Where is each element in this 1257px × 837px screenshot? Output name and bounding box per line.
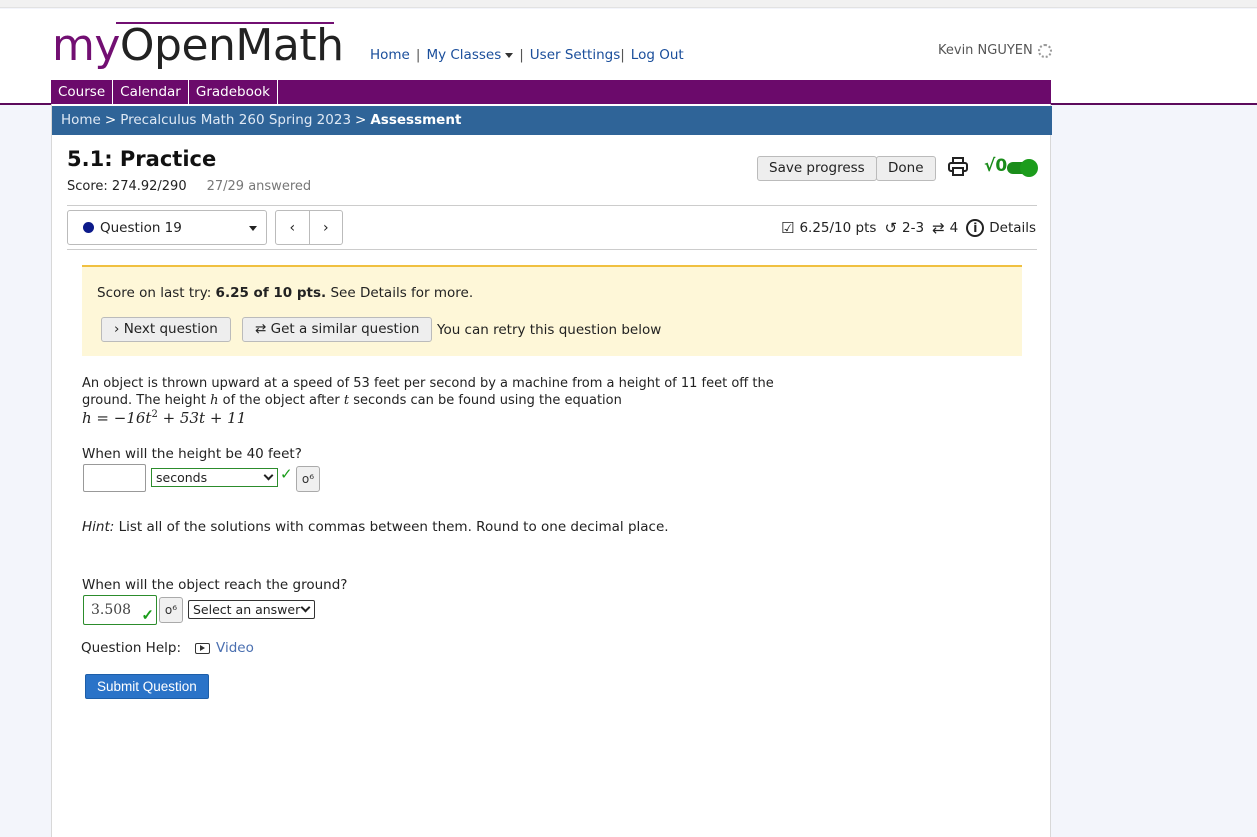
part2-answer-value: 3.508 xyxy=(91,602,132,618)
alert-suffix: See Details for more. xyxy=(330,285,474,301)
video-icon xyxy=(195,642,210,654)
question-nav-buttons: ‹ › xyxy=(275,210,343,245)
gear-icon[interactable] xyxy=(1037,43,1052,58)
retry-icon: ↺ xyxy=(884,219,898,237)
checkbox-icon: ☑ xyxy=(781,219,795,237)
main-nav: Course Calendar Gradebook xyxy=(51,80,1051,104)
dropdown-arrow-icon xyxy=(249,226,257,231)
attempts-remaining: 2-3 xyxy=(902,220,925,236)
details-link[interactable]: Details xyxy=(989,220,1036,236)
logo-my: my xyxy=(52,20,120,71)
user-name: Kevin NGUYEN xyxy=(938,43,1033,58)
similar-question-button[interactable]: ⇄ Get a similar question xyxy=(242,317,433,342)
part2-units-select[interactable]: Select an answer xyxy=(188,600,315,619)
breadcrumb-separator: > xyxy=(355,112,367,128)
prev-question-button[interactable]: ‹ xyxy=(276,211,310,244)
key-icon[interactable]: o⁶ xyxy=(296,466,320,492)
versions-icon: ⇄ xyxy=(932,219,945,237)
question-help: Question Help: Video xyxy=(81,640,254,656)
assessment-score: Score: 274.92/290 xyxy=(67,179,187,194)
next-question-button[interactable]: › Next question xyxy=(101,317,231,342)
nav-separator: | xyxy=(519,47,524,63)
main-nav-gradebook[interactable]: Gradebook xyxy=(189,80,278,104)
breadcrumb-course[interactable]: Precalculus Math 260 Spring 2023 xyxy=(120,112,351,128)
browser-top-strip xyxy=(0,0,1257,8)
logo-overline xyxy=(116,22,334,24)
score-line: Score: 274.92/290 27/29 answered xyxy=(67,179,311,194)
breadcrumb: Home > Precalculus Math 260 Spring 2023 > As… xyxy=(52,106,1052,135)
logo-openmath: OpenMath xyxy=(119,20,344,71)
hint: Hint: List all of the solutions with com… xyxy=(82,519,669,535)
nav-home-link[interactable]: Home xyxy=(370,47,410,63)
question-status-dot xyxy=(83,222,94,233)
var-h: h xyxy=(210,393,219,408)
nav-user-settings-link[interactable]: User Settings xyxy=(530,47,620,63)
my-classes-label: My Classes xyxy=(426,47,502,63)
info-icon[interactable]: i xyxy=(966,219,985,237)
save-progress-button[interactable]: Save progress xyxy=(757,156,877,181)
equation: h = −16t2 + 53t + 11 xyxy=(82,409,246,427)
retry-message: You can retry this question below xyxy=(437,322,662,338)
top-nav: Home | My Classes | User Settings | Log … xyxy=(370,47,684,63)
var-t: t xyxy=(343,393,350,408)
nav-log-out-link[interactable]: Log Out xyxy=(631,47,684,63)
math-entry-icon: √0 xyxy=(984,156,1008,176)
part2-question: When will the object reach the ground? xyxy=(82,577,348,593)
equation-lhs: h = −16t xyxy=(82,409,152,427)
problem-text-3: seconds can be found using the equation xyxy=(353,393,622,408)
done-button[interactable]: Done xyxy=(876,156,936,181)
toggle-knob xyxy=(1020,159,1038,177)
question-info: ☑ 6.25/10 pts ↺ 2-3 ⇄ 4 i Details xyxy=(781,219,1036,237)
similar-question-label: Get a similar question xyxy=(270,321,420,337)
problem-statement: An object is thrown upward at a speed of… xyxy=(82,375,802,409)
problem-text-2: of the object after xyxy=(222,393,340,408)
part1-units-select[interactable]: seconds xyxy=(151,468,278,487)
equation-rhs: + 53t + 11 xyxy=(157,409,247,427)
chevron-down-icon xyxy=(300,602,311,613)
question-select[interactable]: Question 19 xyxy=(67,210,267,245)
score-alert: Score on last try: 6.25 of 10 pts. See D… xyxy=(82,265,1022,356)
next-question-label: Next question xyxy=(123,321,218,337)
main-nav-course[interactable]: Course xyxy=(51,80,114,104)
versions-remaining: 4 xyxy=(949,220,959,236)
part1-question: When will the height be 40 feet? xyxy=(82,446,302,462)
math-entry-toggle[interactable] xyxy=(1007,159,1038,177)
submit-question-button[interactable]: Submit Question xyxy=(85,674,209,699)
part2-answer-input[interactable]: 3.508 ✓ xyxy=(83,595,157,625)
nav-separator: | xyxy=(415,47,421,63)
hint-text: List all of the solutions with commas be… xyxy=(118,519,669,535)
divider-mid xyxy=(67,249,1037,250)
caret-down-icon xyxy=(505,52,514,58)
part2-units-value: Select an answer xyxy=(193,602,301,617)
breadcrumb-current: Assessment xyxy=(370,112,462,128)
print-icon[interactable] xyxy=(947,157,969,177)
alert-prefix: Score on last try: xyxy=(97,285,212,301)
nav-separator: | xyxy=(620,47,625,63)
main-nav-calendar[interactable]: Calendar xyxy=(113,80,189,104)
key-icon[interactable]: o⁶ xyxy=(159,597,183,623)
score-alert-message: Score on last try: 6.25 of 10 pts. See D… xyxy=(97,285,473,301)
video-link[interactable]: Video xyxy=(216,640,254,656)
breadcrumb-separator: > xyxy=(104,112,117,128)
check-icon: ✓ xyxy=(280,465,293,483)
question-select-label: Question 19 xyxy=(100,219,182,236)
check-icon: ✓ xyxy=(141,606,154,624)
question-points: 6.25/10 pts xyxy=(799,220,877,236)
hint-label: Hint: xyxy=(82,519,115,535)
question-help-label: Question Help: xyxy=(81,640,181,656)
answered-count: 27/29 answered xyxy=(206,179,312,194)
user-menu[interactable]: Kevin NGUYEN xyxy=(938,43,1052,58)
alert-score: 6.25 of 10 pts. xyxy=(215,285,327,301)
part1-answer-input[interactable] xyxy=(83,464,146,492)
next-question-arrow-button[interactable]: › xyxy=(310,211,343,244)
myopenmath-logo[interactable]: myOpenMath xyxy=(52,18,344,74)
divider-top xyxy=(67,205,1037,206)
page-title: 5.1: Practice xyxy=(67,147,217,171)
page-content: Home > Precalculus Math 260 Spring 2023 > As… xyxy=(51,104,1052,837)
part1-units-value: seconds xyxy=(156,470,208,485)
nav-my-classes-link[interactable]: My Classes xyxy=(426,47,514,63)
breadcrumb-home[interactable]: Home xyxy=(61,112,101,128)
chevron-down-icon xyxy=(263,470,274,481)
